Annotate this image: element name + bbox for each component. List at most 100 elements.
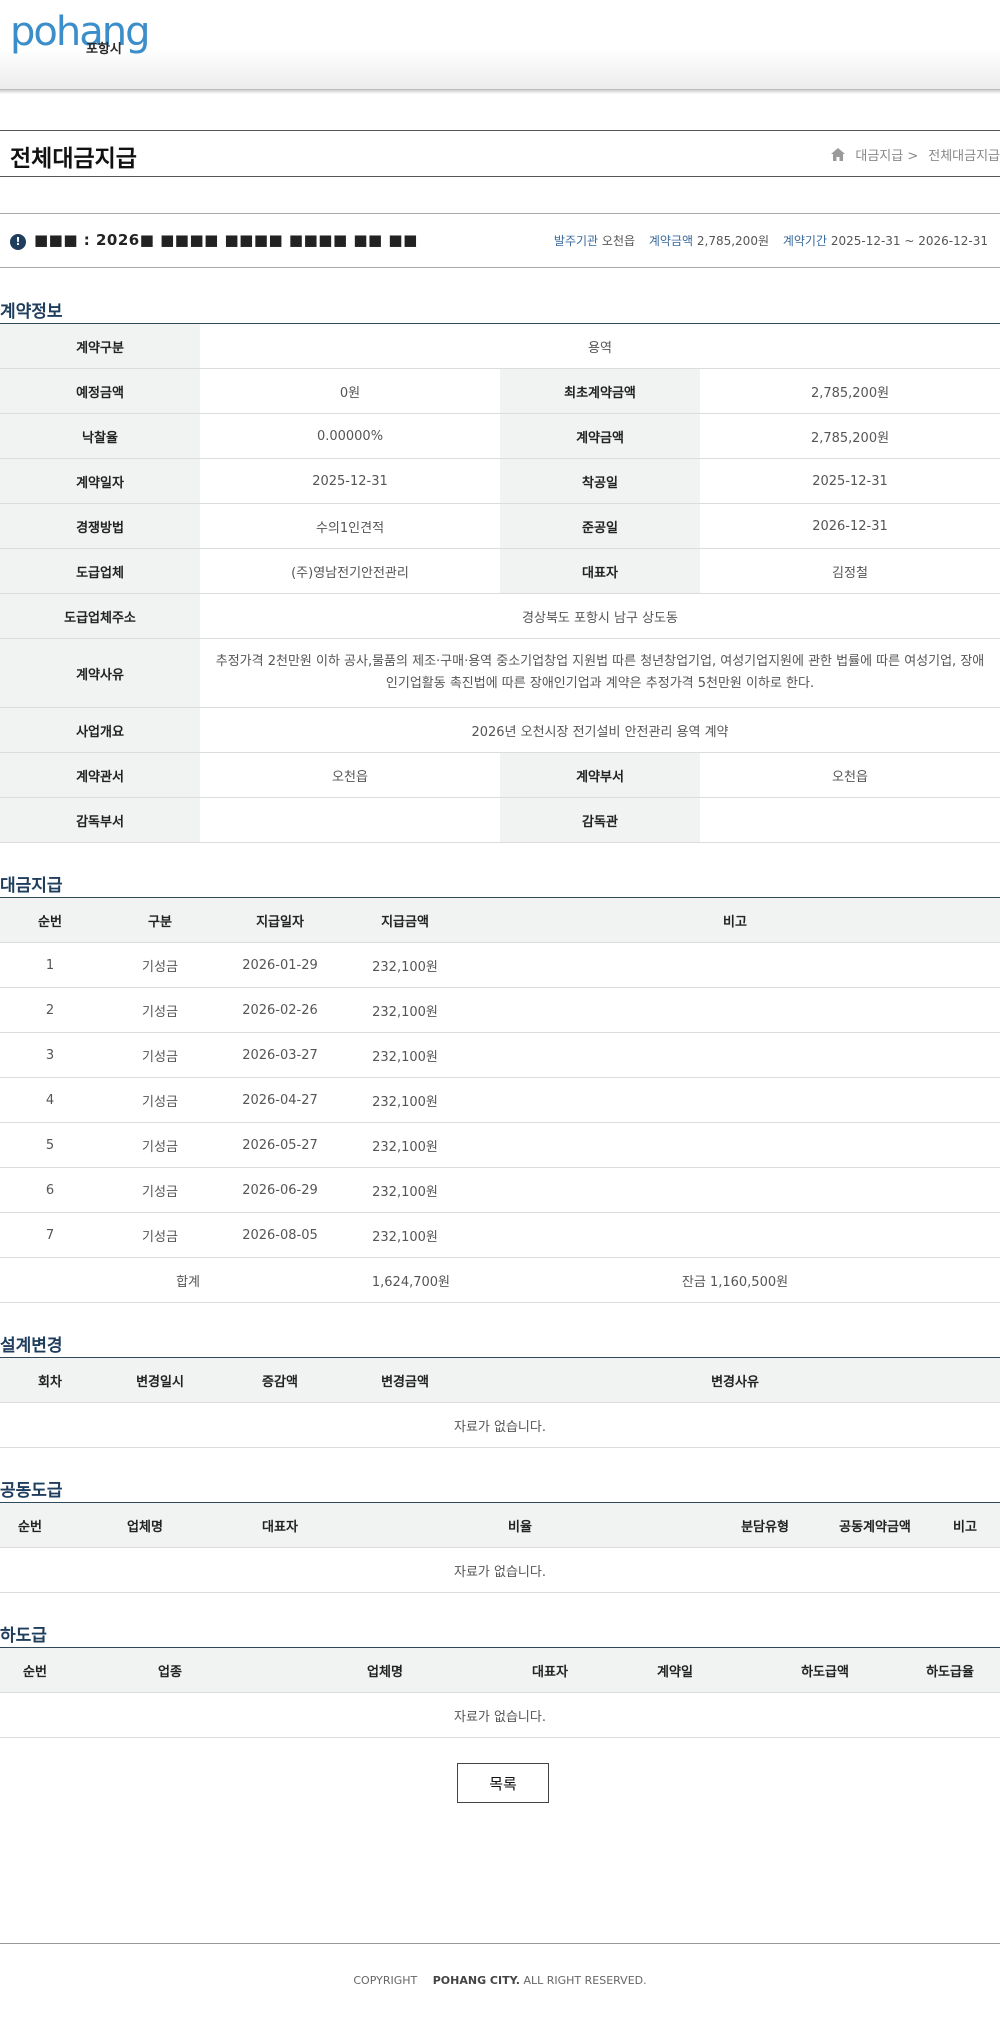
column-header: 하도급율 (900, 1647, 1000, 1693)
period-value: 2025-12-31 ~ 2026-12-31 (830, 234, 988, 248)
cell (470, 1032, 1000, 1078)
cell: 232,100원 (340, 942, 470, 988)
agency-value: 오천읍 (601, 234, 636, 248)
page-title: 전체대금지급 (10, 146, 137, 172)
payments-table: 순번 구분 지급일자 지급금액 비고 1 기성금 2026-01-29 232,100… (0, 897, 1000, 1303)
list-button[interactable]: 목록 (457, 1763, 549, 1803)
field-value: 수의1인견적 (200, 503, 500, 549)
table-row: 도급업체 (주)영남전기안전관리 대표자 김정철 (0, 548, 1000, 594)
breadcrumb: 대금지급 > 전체대금지급 (831, 145, 1000, 164)
table-row: 경쟁방법 수의1인견적 준공일 2026-12-31 (0, 503, 1000, 549)
title-bar: 전체대금지급 대금지급 > 전체대금지급 (0, 130, 1000, 177)
balance-amount: 잔금 1,160,500원 (470, 1257, 1000, 1303)
cell: 기성금 (100, 1032, 220, 1078)
field-value: 경상북도 포항시 남구 상도동 (200, 593, 1000, 639)
cell: 2026-01-29 (220, 942, 340, 988)
empty-message: 자료가 없습니다. (0, 1547, 1000, 1593)
field-label: 계약사유 (0, 638, 200, 708)
cell: 232,100원 (340, 987, 470, 1033)
cell: 기성금 (100, 1122, 220, 1168)
field-label: 낙찰율 (0, 413, 200, 459)
field-label: 감독관 (500, 797, 700, 843)
table-row: 사업개요 2026년 오천시장 전기설비 안전관리 용역 계약 (0, 707, 1000, 753)
field-label: 최초계약금액 (500, 368, 700, 414)
table-header-row: 순번 구분 지급일자 지급금액 비고 (0, 897, 1000, 943)
amount-label: 계약금액 (648, 234, 694, 248)
column-header: 업체명 (60, 1502, 230, 1548)
cell: 3 (0, 1032, 100, 1078)
table-row: 7 기성금 2026-08-05 232,100원 (0, 1212, 1000, 1258)
column-header: 지급일자 (220, 897, 340, 943)
cell (470, 1122, 1000, 1168)
field-value (200, 797, 500, 843)
table-row: 계약사유 추정가격 2천만원 이하 공사,물품의 제조·구매·용역 중소기업창업… (0, 638, 1000, 708)
table-row: 5 기성금 2026-05-27 232,100원 (0, 1122, 1000, 1168)
column-header: 회차 (0, 1357, 100, 1403)
section-title-contract-info: 계약정보 (0, 302, 63, 322)
field-value: (주)영남전기안전관리 (200, 548, 500, 594)
field-label: 도급업체 (0, 548, 200, 594)
copyright-rights: ALL RIGHT RESERVED. (523, 1974, 647, 1987)
cell: 기성금 (100, 1167, 220, 1213)
table-row: 낙찰율 0.00000% 계약금액 2,785,200원 (0, 413, 1000, 459)
logo-wordmark: pohang (10, 9, 150, 55)
copyright: COPYRIGHT POHANG CITY. ALL RIGHT RESERVE… (0, 1974, 1000, 1987)
cell: 232,100원 (340, 1032, 470, 1078)
exclamation-icon: ! (10, 234, 26, 250)
table-row: 도급업체주소 경상북도 포항시 남구 상도동 (0, 593, 1000, 639)
field-label: 계약부서 (500, 752, 700, 798)
cell: 5 (0, 1122, 100, 1168)
table-header-row: 순번 업체명 대표자 비율 분담유형 공동계약금액 비고 (0, 1502, 1000, 1548)
cell: 7 (0, 1212, 100, 1258)
footer: COPYRIGHT POHANG CITY. ALL RIGHT RESERVE… (0, 1943, 1000, 2044)
header-shadow (0, 90, 1000, 94)
field-value: 오천읍 (200, 752, 500, 798)
table-row: 예정금액 0원 최초계약금액 2,785,200원 (0, 368, 1000, 414)
field-value: 2,785,200원 (700, 368, 1000, 414)
pohang-logo[interactable]: pohang 포항시 (10, 12, 155, 58)
column-header: 업종 (70, 1647, 270, 1693)
total-amount: 1,624,700원 (220, 1257, 470, 1303)
column-header: 구분 (100, 897, 220, 943)
section-title-subcontract: 하도급 (0, 1626, 47, 1646)
cell: 2026-04-27 (220, 1077, 340, 1123)
field-label: 경쟁방법 (0, 503, 200, 549)
cell: 232,100원 (340, 1167, 470, 1213)
copyright-label: COPYRIGHT (353, 1974, 418, 1987)
table-row: 감독부서 감독관 (0, 797, 1000, 843)
total-row: 합계 1,624,700원 잔금 1,160,500원 (0, 1257, 1000, 1303)
column-header: 순번 (0, 1647, 70, 1693)
agency-label: 발주기관 (553, 234, 599, 248)
column-header: 순번 (0, 897, 100, 943)
table-header-row: 순번 업종 업체명 대표자 계약일 하도급액 하도급율 (0, 1647, 1000, 1693)
field-value: 2025-12-31 (200, 458, 500, 504)
cell: 기성금 (100, 942, 220, 988)
contract-meta: 발주기관 오천읍 계약금액 2,785,200원 계약기간 2025-12-31… (544, 232, 988, 249)
contract-name: ■■■ : 2026■ ■■■■ ■■■■ ■■■■ ■■ ■■ (34, 231, 418, 249)
column-header: 지급금액 (340, 897, 470, 943)
site-header: pohang 포항시 (0, 0, 1000, 90)
cell: 232,100원 (340, 1077, 470, 1123)
field-label: 계약구분 (0, 323, 200, 369)
table-row: 4 기성금 2026-04-27 232,100원 (0, 1077, 1000, 1123)
table-row: 계약구분 용역 (0, 323, 1000, 369)
empty-row: 자료가 없습니다. (0, 1402, 1000, 1448)
contract-summary-bar: ! ■■■ : 2026■ ■■■■ ■■■■ ■■■■ ■■ ■■ 발주기관 … (0, 213, 1000, 268)
column-header: 업체명 (270, 1647, 500, 1693)
cell: 4 (0, 1077, 100, 1123)
column-header: 대표자 (500, 1647, 600, 1693)
section-title-design-change: 설계변경 (0, 1336, 63, 1356)
total-label: 합계 (0, 1257, 220, 1303)
cell: 기성금 (100, 987, 220, 1033)
empty-message: 자료가 없습니다. (0, 1402, 1000, 1448)
empty-row: 자료가 없습니다. (0, 1692, 1000, 1738)
column-header: 계약일 (600, 1647, 750, 1693)
column-header: 증감액 (220, 1357, 340, 1403)
home-icon[interactable] (831, 148, 846, 161)
column-header: 변경금액 (340, 1357, 470, 1403)
field-label: 준공일 (500, 503, 700, 549)
breadcrumb-payments[interactable]: 대금지급 > (855, 145, 918, 164)
cell: 기성금 (100, 1212, 220, 1258)
field-label: 계약관서 (0, 752, 200, 798)
field-value: 0.00000% (200, 413, 500, 459)
